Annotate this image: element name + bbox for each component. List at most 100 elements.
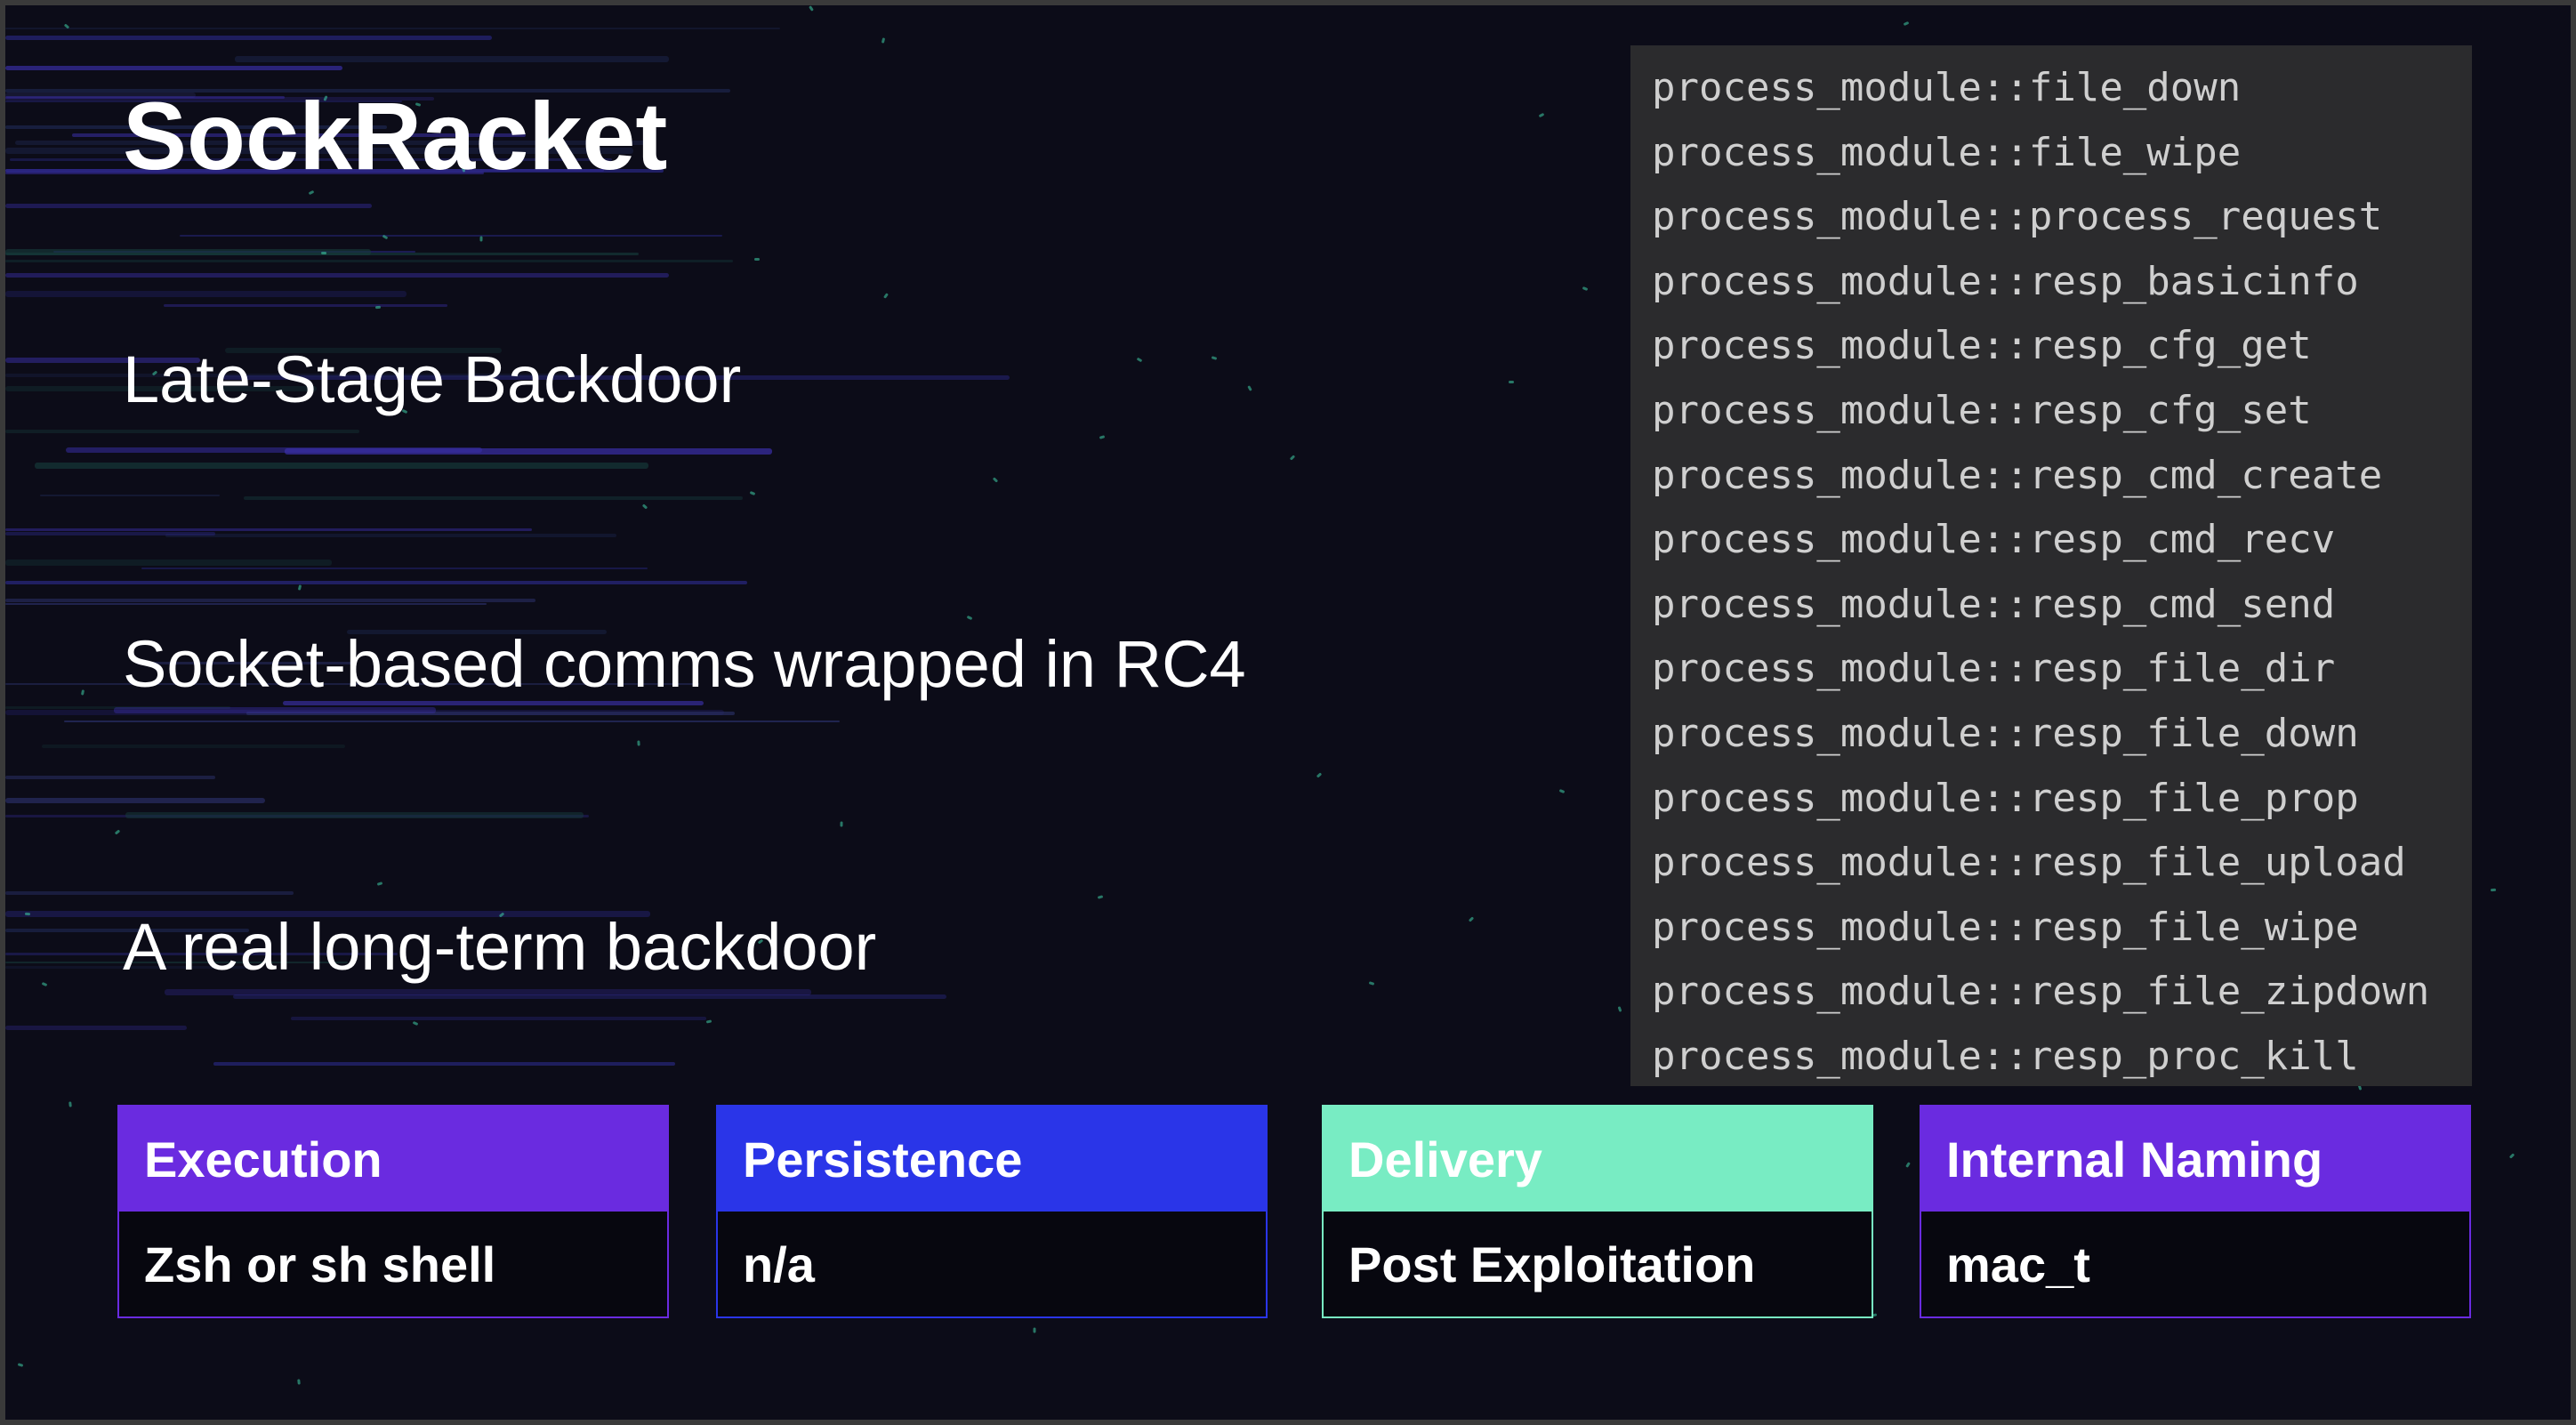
background-speck	[1468, 916, 1475, 922]
card-persistence: Persistence n/a	[716, 1105, 1268, 1318]
background-speck	[1558, 789, 1566, 793]
background-streak	[5, 1026, 187, 1030]
background-streak	[235, 56, 669, 62]
background-speck	[1538, 112, 1545, 118]
background-streak	[5, 253, 639, 255]
background-speck	[883, 293, 889, 299]
background-speck	[1509, 381, 1514, 383]
background-streak	[5, 291, 407, 297]
background-speck	[966, 615, 973, 621]
background-speck	[1097, 895, 1104, 899]
background-streak	[5, 273, 669, 278]
background-streak	[5, 599, 535, 602]
code-line: process_module::resp_file_prop	[1652, 775, 2359, 821]
background-streak	[285, 448, 772, 455]
code-line: process_module::resp_cmd_create	[1652, 452, 2383, 498]
background-speck	[68, 1101, 72, 1107]
background-speck	[376, 882, 383, 886]
background-streak	[114, 707, 436, 713]
code-line: process_module::resp_file_wipe	[1652, 904, 2359, 950]
background-speck	[749, 490, 756, 496]
slide: SockRacket Late-Stage Backdoor Socket-ba…	[5, 5, 2571, 1420]
background-speck	[641, 503, 648, 510]
code-line: process_module::resp_proc_kill	[1652, 1033, 2359, 1079]
background-streak	[5, 36, 492, 40]
background-streak	[291, 1017, 706, 1020]
background-streak	[141, 568, 648, 569]
background-speck	[114, 829, 121, 835]
background-streak	[233, 994, 946, 999]
code-line: process_module::resp_cfg_set	[1652, 387, 2312, 433]
card-internal-naming: Internal Naming mac_t	[1920, 1105, 2471, 1318]
card-persistence-value: n/a	[743, 1236, 815, 1292]
code-line: process_module::resp_file_down	[1652, 710, 2359, 756]
background-speck	[1368, 981, 1375, 986]
bullet-long-term: A real long-term backdoor	[123, 910, 877, 984]
background-speck	[374, 305, 382, 310]
background-streak	[5, 532, 215, 535]
background-speck	[992, 477, 999, 483]
card-execution-label: Execution	[119, 1107, 667, 1212]
background-speck	[753, 257, 761, 262]
background-speck	[2508, 1153, 2516, 1159]
background-speck	[1617, 1006, 1622, 1012]
background-speck	[479, 236, 483, 242]
background-streak	[213, 1062, 675, 1066]
background-speck	[63, 23, 70, 29]
background-streak	[35, 463, 648, 469]
background-speck	[1033, 1327, 1036, 1333]
background-streak	[5, 815, 589, 817]
background-streak	[66, 447, 482, 453]
background-speck	[1289, 455, 1296, 461]
background-speck	[705, 1019, 712, 1024]
background-streak	[5, 581, 747, 584]
background-streak	[5, 706, 230, 709]
background-streak	[180, 235, 722, 237]
background-speck	[1582, 286, 1589, 291]
code-line: process_module::resp_cmd_recv	[1652, 517, 2336, 563]
background-speck	[1316, 772, 1323, 778]
card-persistence-label: Persistence	[718, 1107, 1266, 1212]
bullet-late-stage: Late-Stage Backdoor	[123, 342, 742, 416]
background-speck	[320, 251, 327, 255]
background-streak	[5, 776, 215, 779]
background-streak	[164, 304, 447, 307]
background-speck	[297, 1379, 301, 1385]
background-streak	[165, 534, 616, 537]
card-internal-naming-label: Internal Naming	[1921, 1107, 2469, 1212]
background-speck	[41, 981, 48, 987]
background-streak	[125, 812, 584, 818]
background-streak	[5, 260, 733, 262]
background-speck	[382, 234, 389, 240]
code-line: process_module::resp_file_upload	[1652, 840, 2406, 886]
code-line: process_module::resp_file_dir	[1652, 646, 2336, 692]
background-streak	[5, 710, 724, 715]
background-streak	[5, 430, 359, 433]
background-streak	[5, 528, 532, 531]
code-line: process_module::resp_file_zipdown	[1652, 969, 2430, 1015]
card-internal-naming-value: mac_t	[1946, 1236, 2090, 1292]
background-streak	[5, 560, 332, 566]
function-list-panel: process_module::file_down process_module…	[1630, 45, 2472, 1086]
background-streak	[40, 495, 220, 496]
card-execution-value: Zsh or sh shell	[144, 1236, 496, 1292]
background-speck	[1905, 1162, 1911, 1168]
background-speck	[1247, 385, 1252, 391]
card-delivery-label: Delivery	[1324, 1107, 1872, 1212]
bullet-socket-comms: Socket-based comms wrapped in RC4	[123, 627, 1246, 701]
card-delivery-value: Post Exploitation	[1348, 1236, 1756, 1292]
background-speck	[1211, 356, 1218, 360]
background-speck	[809, 5, 814, 12]
background-speck	[1136, 357, 1143, 363]
code-line: process_module::resp_basicinfo	[1652, 258, 2359, 304]
background-streak	[5, 798, 265, 803]
background-speck	[24, 912, 31, 916]
background-streak	[246, 712, 735, 715]
background-speck	[1903, 20, 1910, 27]
background-streak	[165, 989, 811, 995]
background-speck	[881, 37, 886, 44]
background-speck	[80, 689, 85, 696]
background-streak	[5, 66, 342, 70]
background-speck	[17, 1363, 24, 1367]
background-streak	[42, 745, 345, 748]
